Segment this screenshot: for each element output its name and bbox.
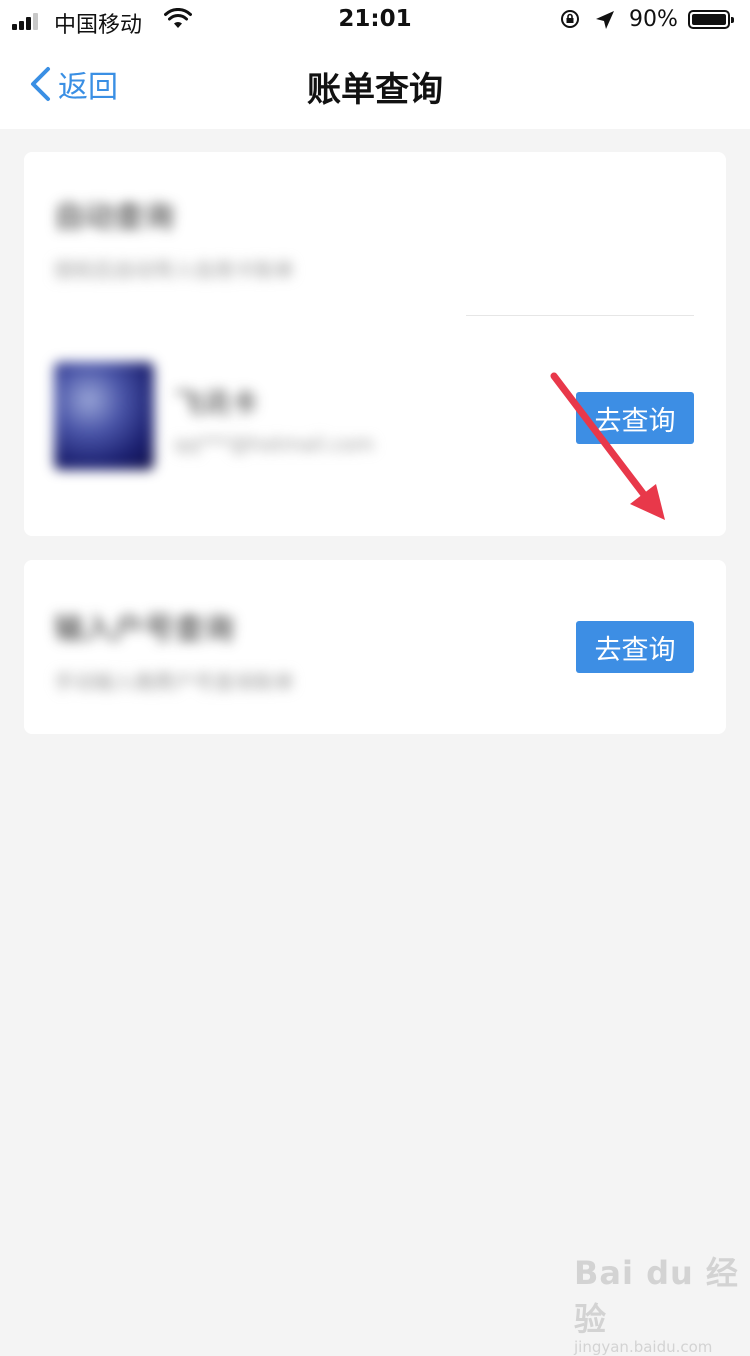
status-bar: 中国移动 21:01 90% (0, 0, 750, 40)
section-title: 输入户号查询 (54, 612, 234, 647)
section-description: 授权后自动导入信用卡账单 (54, 258, 294, 282)
annotation-arrow (550, 372, 665, 520)
rotation-lock-icon (561, 10, 579, 28)
auto-query-card: 自动查询 授权后自动导入信用卡账单 飞讯卡 qq***@hotmail.com … (24, 152, 726, 536)
baidu-jingyan-watermark: Bai du 经验 jingyan.baidu.com (574, 1248, 750, 1356)
divider (466, 315, 694, 316)
account-avatar (54, 362, 154, 470)
go-query-button[interactable]: 去查询 (576, 621, 694, 673)
battery-icon (688, 10, 734, 29)
watermark-logo: Bai du 经验 (574, 1254, 739, 1338)
watermark-url: jingyan.baidu.com (574, 1338, 713, 1356)
page-title: 账单查询 (307, 70, 443, 110)
account-number-query-card: 输入户号查询 手动输入缴费户号查询账单 去查询 (24, 560, 726, 734)
section-title: 自动查询 (54, 200, 174, 235)
account-name: 飞讯卡 (174, 387, 259, 420)
location-arrow-icon (596, 11, 614, 29)
account-email: qq***@hotmail.com (174, 432, 375, 456)
navigation-bar: 返回 账单查询 (0, 40, 750, 129)
battery-percentage: 90% (629, 7, 678, 32)
section-description: 手动输入缴费户号查询账单 (54, 670, 294, 694)
